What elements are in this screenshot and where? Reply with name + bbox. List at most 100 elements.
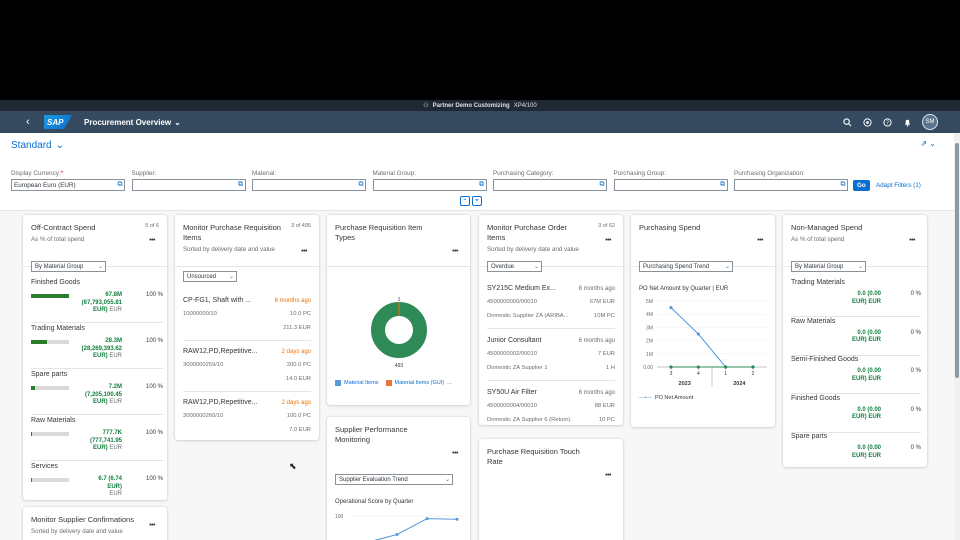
more-options-icon[interactable]: •••	[452, 450, 458, 457]
filter-select[interactable]: Overdue ⌄	[487, 261, 542, 272]
avatar[interactable]: SM	[922, 114, 938, 130]
app-title-menu[interactable]: Procurement Overview ⌄	[84, 118, 181, 127]
view-switch-select[interactable]: By Material Group ⌄	[791, 261, 866, 272]
sap-logo[interactable]: SAP	[44, 115, 72, 129]
spend-list-item[interactable]: Raw Materials 777.7K (777,741.95 EUR) EUR 10…	[31, 417, 163, 461]
more-options-icon[interactable]: •••	[452, 248, 458, 255]
card-non-managed-spend[interactable]: Non-Managed Spend As % of total spend ••…	[783, 215, 927, 467]
value-help-icon[interactable]: ⧉	[237, 181, 245, 189]
legend-label[interactable]: Material Items	[344, 380, 379, 386]
list-item[interactable]: CP-FG1, Shaft with ... 6 months ago 100000…	[183, 291, 311, 341]
chart-title: PO Net Amount by Quarter | EUR	[639, 286, 729, 292]
material-group-input[interactable]: ⧉	[372, 179, 487, 191]
legend-label[interactable]: PO Net Amount	[655, 395, 693, 401]
variant-name: Standard	[11, 140, 52, 151]
spend-list-item[interactable]: Spare parts 7.2M (7,205,100.45 EUR) EUR 100 …	[31, 371, 163, 415]
select-value: Unsourced	[187, 273, 217, 280]
card-off-contract-spend[interactable]: Off-Contract Spend 5 of 6 As % of total …	[23, 215, 167, 500]
spend-list-item[interactable]: Services 6.7 (6.74 EUR) EUR 100 %	[31, 463, 163, 500]
list-item[interactable]: RAW12,PD,Repetitive... 2 days ago 30000002…	[183, 393, 311, 440]
list-item[interactable]: RAW12,PD,Repetitive... 2 days ago 30000002…	[183, 342, 311, 392]
card-monitor-purchase-requisition-items[interactable]: Monitor Purchase Requisition Items 3 of …	[175, 215, 319, 440]
card-monitor-purchase-order-items[interactable]: Monitor Purchase Order Items 3 of 62 Sor…	[479, 215, 623, 425]
more-options-icon[interactable]: •••	[149, 522, 155, 529]
go-button[interactable]: Go	[853, 180, 870, 191]
filter-bar: Display Currency:* European Euro (EUR) ⧉ …	[11, 170, 855, 191]
window-title-bar: ⚇ Partner Demo Customizing XP4/100	[0, 100, 960, 111]
spend-list-item[interactable]: Finished Goods 0.0 (0.00 EUR) EUR 0 %	[791, 395, 921, 433]
item-amount: 211.3 EUR	[283, 325, 311, 331]
y-tick: 1M	[646, 352, 653, 358]
view-switch-select[interactable]: Purchasing Spend Trend ⌄	[639, 261, 733, 272]
collapse-header-icon[interactable]: ⌃	[460, 196, 470, 206]
item-name: Raw Materials	[31, 417, 76, 424]
list-item[interactable]: SY50U Air Filter 6 months ago 4500000004/0…	[487, 383, 615, 425]
pin-header-icon[interactable]: ⌖	[472, 196, 482, 206]
card-purchasing-spend[interactable]: Purchasing Spend ••• Purchasing Spend Tr…	[631, 215, 775, 427]
spend-list-item[interactable]: Semi-Finished Goods 0.0 (0.00 EUR) EUR 0 %	[791, 356, 921, 394]
filter-select[interactable]: Unsourced ⌄	[183, 271, 237, 282]
card-title: Purchase Requisition Touch Rate	[487, 447, 580, 466]
list-item[interactable]: Junior Consultant 6 months ago 4500000002/…	[487, 331, 615, 381]
data-point	[395, 532, 399, 536]
display-currency-input[interactable]: European Euro (EUR) ⧉	[11, 179, 125, 191]
item-supplier: Domestic ZA Supplier 1	[487, 365, 548, 371]
back-button[interactable]: ‹	[26, 116, 40, 128]
spend-bar	[31, 432, 69, 436]
search-icon[interactable]	[842, 117, 852, 127]
scrollbar-thumb[interactable]	[955, 143, 959, 378]
item-number: 4500000004/00010	[487, 403, 537, 409]
more-options-icon[interactable]: •••	[605, 237, 611, 244]
spend-list-item[interactable]: Raw Materials 0.0 (0.00 EUR) EUR 0 %	[791, 318, 921, 356]
value-help-icon[interactable]: ⧉	[598, 181, 606, 189]
spend-list-item[interactable]: Spare parts 0.0 (0.00 EUR) EUR 0 %	[791, 433, 921, 467]
item-title: RAW12,PD,Repetitive...	[183, 399, 258, 406]
value-help-icon[interactable]: ⧉	[719, 181, 727, 189]
spend-percent: 100 %	[145, 292, 163, 298]
page-scrollbar[interactable]	[954, 133, 960, 540]
more-options-icon[interactable]: •••	[301, 248, 307, 255]
more-options-icon[interactable]: •••	[149, 237, 155, 244]
spend-list-item[interactable]: Finished Goods 67.8M (67,793,055.81 EUR) EU…	[31, 279, 163, 323]
value-help-icon[interactable]: ⧉	[357, 181, 365, 189]
card-supplier-performance-monitoring[interactable]: Supplier Performance Monitoring ••• Supp…	[327, 417, 470, 540]
more-options-icon[interactable]: •••	[909, 237, 915, 244]
value-help-icon[interactable]: ⧉	[116, 181, 124, 189]
item-amount: 67M EUR	[589, 299, 615, 305]
x-tick: 2	[752, 371, 755, 377]
purchasing-organization-input[interactable]: ⧉	[734, 179, 848, 191]
bell-icon[interactable]	[902, 117, 912, 127]
question-icon[interactable]: ?	[882, 117, 892, 127]
card-count: 3 of 495	[291, 223, 311, 229]
item-age: 6 months ago	[578, 390, 615, 396]
help-icon[interactable]	[862, 117, 872, 127]
card-purchase-requisition-touch-rate[interactable]: Purchase Requisition Touch Rate •••	[479, 439, 623, 540]
supplier-input[interactable]: ⧉	[131, 179, 246, 191]
material-input[interactable]: ⧉	[252, 179, 366, 191]
item-name: Trading Materials	[31, 325, 85, 332]
purchasing-group-input[interactable]: ⧉	[613, 179, 728, 191]
legend-more[interactable]: ...	[447, 380, 452, 386]
spend-list-item[interactable]: Trading Materials 0.0 (0.00 EUR) EUR 0 %	[791, 279, 921, 317]
list-item[interactable]: SY215C Medium Ex... 8 months ago 450000000…	[487, 279, 615, 329]
spend-list-item[interactable]: Trading Materials 28.3M (28,269,393.62 EUR)…	[31, 325, 163, 369]
legend-label[interactable]: Material Items (GUI)	[395, 380, 445, 386]
svg-text:?: ?	[886, 120, 889, 126]
share-icon[interactable]: ⇗ ⌄	[920, 139, 936, 148]
view-switch-select[interactable]: Supplier Evaluation Trend ⌄	[335, 474, 453, 485]
more-options-icon[interactable]: •••	[757, 237, 763, 244]
value-help-icon[interactable]: ⧉	[478, 181, 486, 189]
adapt-filters-link[interactable]: Adapt Filters (1)	[876, 182, 921, 189]
card-purchase-requisition-item-types[interactable]: Purchase Requisition Item Types ••• 1 49…	[327, 215, 470, 405]
value-help-icon[interactable]: ⧉	[839, 181, 847, 189]
chevron-down-icon: ⌄	[533, 264, 539, 270]
spend-value: 0.0 (0.00 EUR) EUR	[821, 445, 881, 460]
card-subtitle: Sorted by delivery date and value	[183, 246, 275, 253]
card-monitor-supplier-confirmations[interactable]: Monitor Supplier Confirmations Sorted by…	[23, 507, 167, 540]
card-subtitle: Sorted by delivery date and value	[31, 528, 123, 535]
variant-selector[interactable]: Standard ⌄	[11, 140, 64, 151]
more-options-icon[interactable]: •••	[605, 472, 611, 479]
purchasing-category-input[interactable]: ⧉	[493, 179, 607, 191]
chevron-down-icon: ⌄	[174, 117, 181, 127]
view-switch-select[interactable]: By Material Group ⌄	[31, 261, 106, 272]
